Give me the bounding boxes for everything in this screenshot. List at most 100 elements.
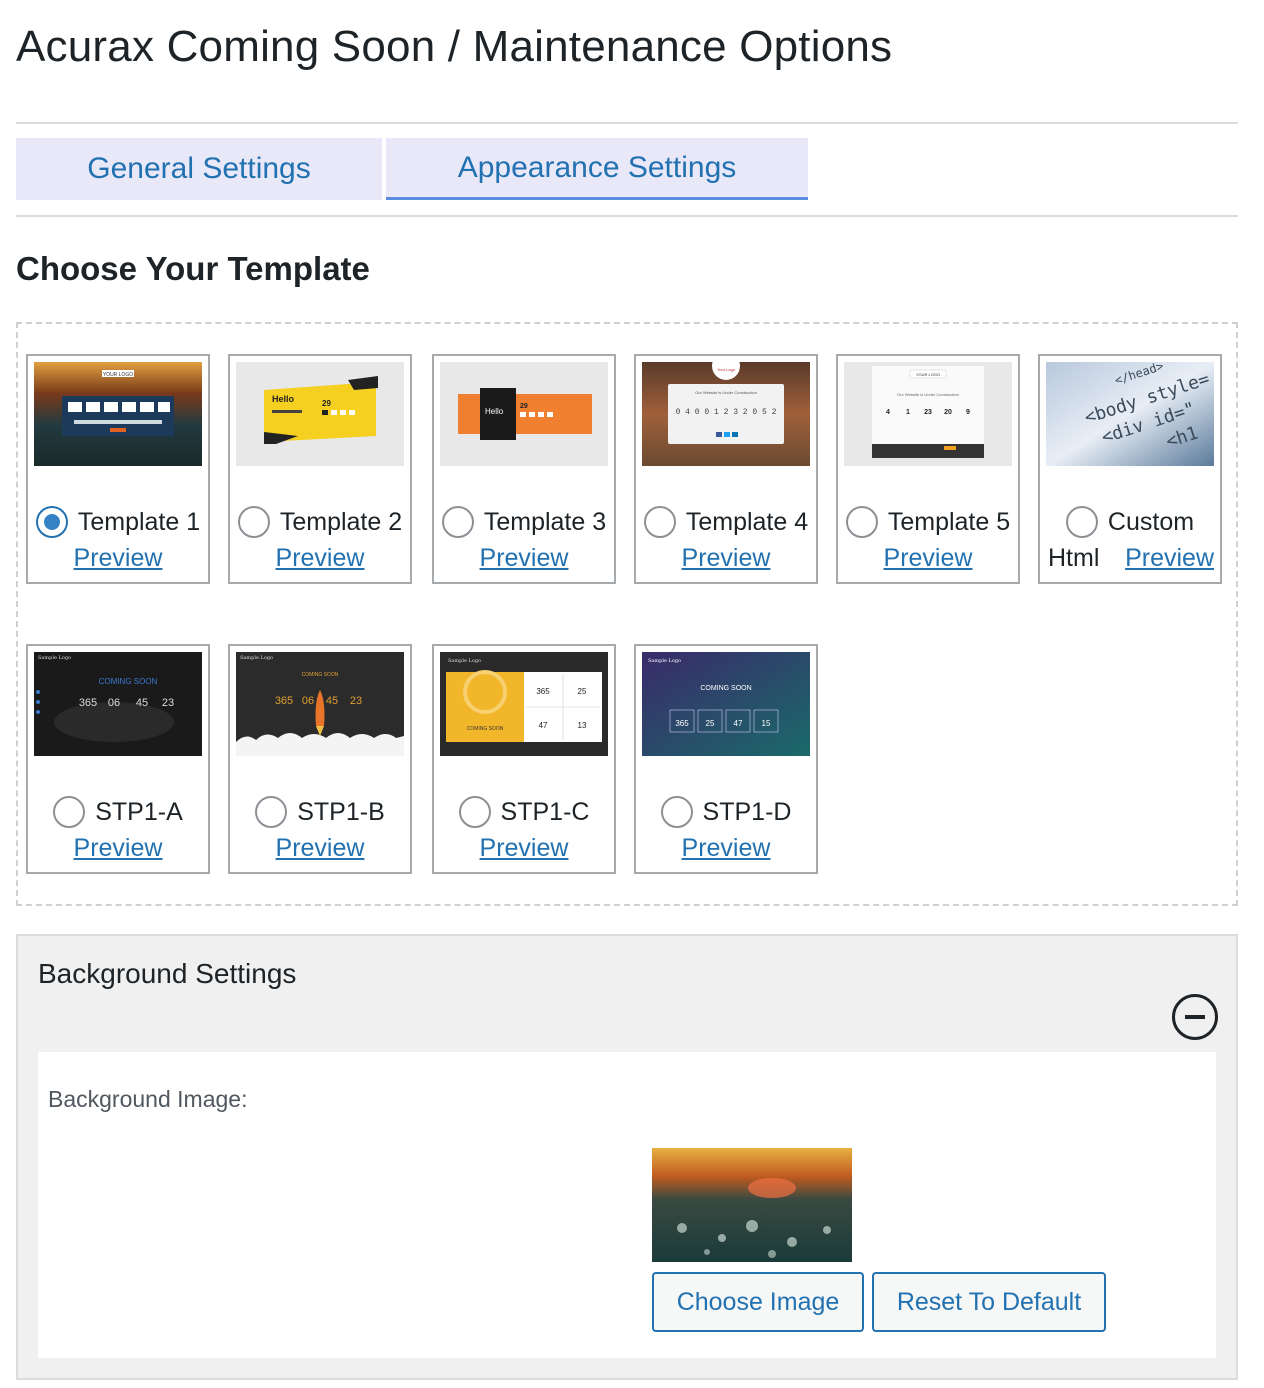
stp-b-digit-2: 45 bbox=[326, 695, 338, 707]
stp1-c-preview-link[interactable]: Preview bbox=[434, 834, 614, 863]
stp1-a-option[interactable]: STP1-A bbox=[28, 796, 208, 828]
stp-a-logo: Sample Logo bbox=[38, 655, 71, 661]
t4-digits: 0 4 0 0 1 2 3 2 0 5 2 bbox=[676, 408, 777, 417]
divider bbox=[16, 215, 1238, 217]
stp-d-digit-0: 365 bbox=[675, 719, 689, 728]
template-2-radio[interactable] bbox=[237, 506, 270, 538]
stp1-b-preview-link[interactable]: Preview bbox=[230, 834, 410, 863]
template-card-1[interactable]: YOUR LOGO Template 1 Preview bbox=[26, 354, 210, 584]
t5-digit-3: 20 bbox=[944, 409, 952, 416]
stp-a-digit-1: 06 bbox=[108, 697, 120, 709]
t5-digit-1: 1 bbox=[906, 409, 910, 416]
stp1-b-option[interactable]: STP1-B bbox=[230, 796, 410, 828]
stp-a-digit-2: 45 bbox=[136, 697, 148, 709]
template-card-custom-html[interactable]: </head> <body style= <div id=" <h1 Custo… bbox=[1038, 354, 1222, 584]
custom-html-thumbnail: </head> <body style= <div id=" <h1 bbox=[1046, 362, 1214, 466]
tab-appearance-settings[interactable]: Appearance Settings bbox=[386, 138, 808, 200]
template-card-2[interactable]: Hello 29 Template 2 Preview bbox=[228, 354, 412, 584]
stp1-c-thumbnail: Sample Logo COMING SOON 365 25 47 13 bbox=[440, 652, 608, 756]
section-title: Choose Your Template bbox=[16, 250, 370, 287]
custom-html-preview-link[interactable]: Preview bbox=[1125, 544, 1214, 573]
stp-d-heading: COMING SOON bbox=[700, 685, 751, 692]
stp1-b-radio[interactable] bbox=[255, 796, 288, 828]
template-card-5[interactable]: YOUR LOGO Our Website is Under Construct… bbox=[836, 354, 1020, 584]
t3-heading: Hello bbox=[485, 407, 504, 416]
stp1-d-preview-link[interactable]: Preview bbox=[636, 834, 816, 863]
stp-d-digit-3: 15 bbox=[762, 719, 771, 728]
template-1-radio[interactable] bbox=[35, 506, 68, 538]
stp1-d-option[interactable]: STP1-D bbox=[636, 796, 816, 828]
template-card-stp1-b[interactable]: Sample Logo COMING SOON 365 06 45 23 STP… bbox=[228, 644, 412, 874]
template-1-label: Template 1 bbox=[77, 507, 201, 536]
template-3-thumbnail: Hello 29 bbox=[440, 362, 608, 466]
template-4-label: Template 4 bbox=[685, 507, 809, 536]
template-3-radio[interactable] bbox=[441, 506, 474, 538]
template-card-stp1-a[interactable]: Sample Logo COMING SOON 365 06 45 23 STP… bbox=[26, 644, 210, 874]
stp-c-logo: Sample Logo bbox=[448, 658, 481, 664]
stp1-a-label: STP1-A bbox=[95, 797, 183, 826]
template-4-radio[interactable] bbox=[643, 506, 676, 538]
stp-b-digit-3: 23 bbox=[350, 695, 362, 707]
stp-b-heading: COMING SOON bbox=[302, 672, 339, 678]
template-4-option[interactable]: Template 4 bbox=[636, 506, 816, 538]
t1-logo: YOUR LOGO bbox=[103, 372, 133, 378]
stp-c-digit-0: 365 bbox=[536, 687, 550, 696]
template-4-preview-link[interactable]: Preview bbox=[636, 544, 816, 573]
stp-b-digit-1: 06 bbox=[302, 695, 314, 707]
stp1-d-label: STP1-D bbox=[702, 797, 792, 826]
t3-number: 29 bbox=[520, 403, 528, 410]
template-2-option[interactable]: Template 2 bbox=[230, 506, 410, 538]
template-1-preview-link[interactable]: Preview bbox=[28, 544, 208, 573]
stp1-a-radio[interactable] bbox=[53, 796, 86, 828]
template-5-radio[interactable] bbox=[845, 506, 878, 538]
background-settings-body: Background Image: Choose Image Reset To … bbox=[38, 1052, 1216, 1358]
stp-d-digit-2: 47 bbox=[734, 719, 743, 728]
stp1-b-thumbnail: Sample Logo COMING SOON 365 06 45 23 bbox=[236, 652, 404, 756]
stp1-c-option[interactable]: STP1-C bbox=[434, 796, 614, 828]
custom-html-bottom-row: Html Preview bbox=[1048, 544, 1214, 573]
t4-caption: Our Website is Under Construction bbox=[695, 390, 757, 395]
template-4-thumbnail: Your Logo Our Website is Under Construct… bbox=[642, 362, 810, 466]
background-settings-panel: Background Settings Background Image: Ch… bbox=[16, 934, 1238, 1380]
page-title: Acurax Coming Soon / Maintenance Options bbox=[16, 22, 893, 71]
custom-html-label-line2: Html bbox=[1048, 544, 1100, 572]
stp1-b-label: STP1-B bbox=[297, 797, 385, 826]
stp-a-digit-0: 365 bbox=[79, 697, 97, 709]
reset-to-default-button[interactable]: Reset To Default bbox=[872, 1272, 1106, 1332]
template-card-4[interactable]: Your Logo Our Website is Under Construct… bbox=[634, 354, 818, 584]
template-1-thumbnail: YOUR LOGO bbox=[34, 362, 202, 466]
custom-html-radio[interactable] bbox=[1065, 506, 1098, 538]
template-2-preview-link[interactable]: Preview bbox=[230, 544, 410, 573]
t5-digit-2: 23 bbox=[924, 409, 932, 416]
template-2-label: Template 2 bbox=[279, 507, 403, 536]
template-5-preview-link[interactable]: Preview bbox=[838, 544, 1018, 573]
template-grid: YOUR LOGO Template 1 Preview Hello 29 Te… bbox=[16, 322, 1238, 906]
custom-html-option[interactable]: Custom bbox=[1040, 506, 1220, 538]
stp1-a-preview-link[interactable]: Preview bbox=[28, 834, 208, 863]
divider bbox=[16, 122, 1238, 124]
template-3-option[interactable]: Template 3 bbox=[434, 506, 614, 538]
t2-heading: Hello bbox=[272, 394, 295, 404]
template-card-stp1-c[interactable]: Sample Logo COMING SOON 365 25 47 13 STP… bbox=[432, 644, 616, 874]
template-3-preview-link[interactable]: Preview bbox=[434, 544, 614, 573]
background-image-preview bbox=[652, 1148, 852, 1262]
stp1-d-radio[interactable] bbox=[660, 796, 693, 828]
stp1-c-radio[interactable] bbox=[458, 796, 491, 828]
template-card-stp1-d[interactable]: Sample Logo COMING SOON 365 25 47 15 STP… bbox=[634, 644, 818, 874]
template-card-3[interactable]: Hello 29 Template 3 Preview bbox=[432, 354, 616, 584]
template-5-option[interactable]: Template 5 bbox=[838, 506, 1018, 538]
template-2-thumbnail: Hello 29 bbox=[236, 362, 404, 466]
stp1-c-label: STP1-C bbox=[500, 797, 590, 826]
stp-b-logo: Sample Logo bbox=[240, 655, 273, 661]
custom-html-label-line1: Custom bbox=[1107, 507, 1195, 536]
stp-c-heading: COMING SOON bbox=[467, 726, 504, 732]
template-5-label: Template 5 bbox=[887, 507, 1011, 536]
background-settings-title: Background Settings bbox=[38, 958, 297, 989]
t4-logo: Your Logo bbox=[717, 367, 736, 372]
tab-general-settings[interactable]: General Settings bbox=[16, 138, 382, 200]
stp-c-digit-1: 25 bbox=[578, 687, 587, 696]
template-1-option[interactable]: Template 1 bbox=[28, 506, 208, 538]
stp1-d-thumbnail: Sample Logo COMING SOON 365 25 47 15 bbox=[642, 652, 810, 756]
choose-image-button[interactable]: Choose Image bbox=[652, 1272, 864, 1332]
collapse-icon[interactable] bbox=[1172, 994, 1218, 1040]
